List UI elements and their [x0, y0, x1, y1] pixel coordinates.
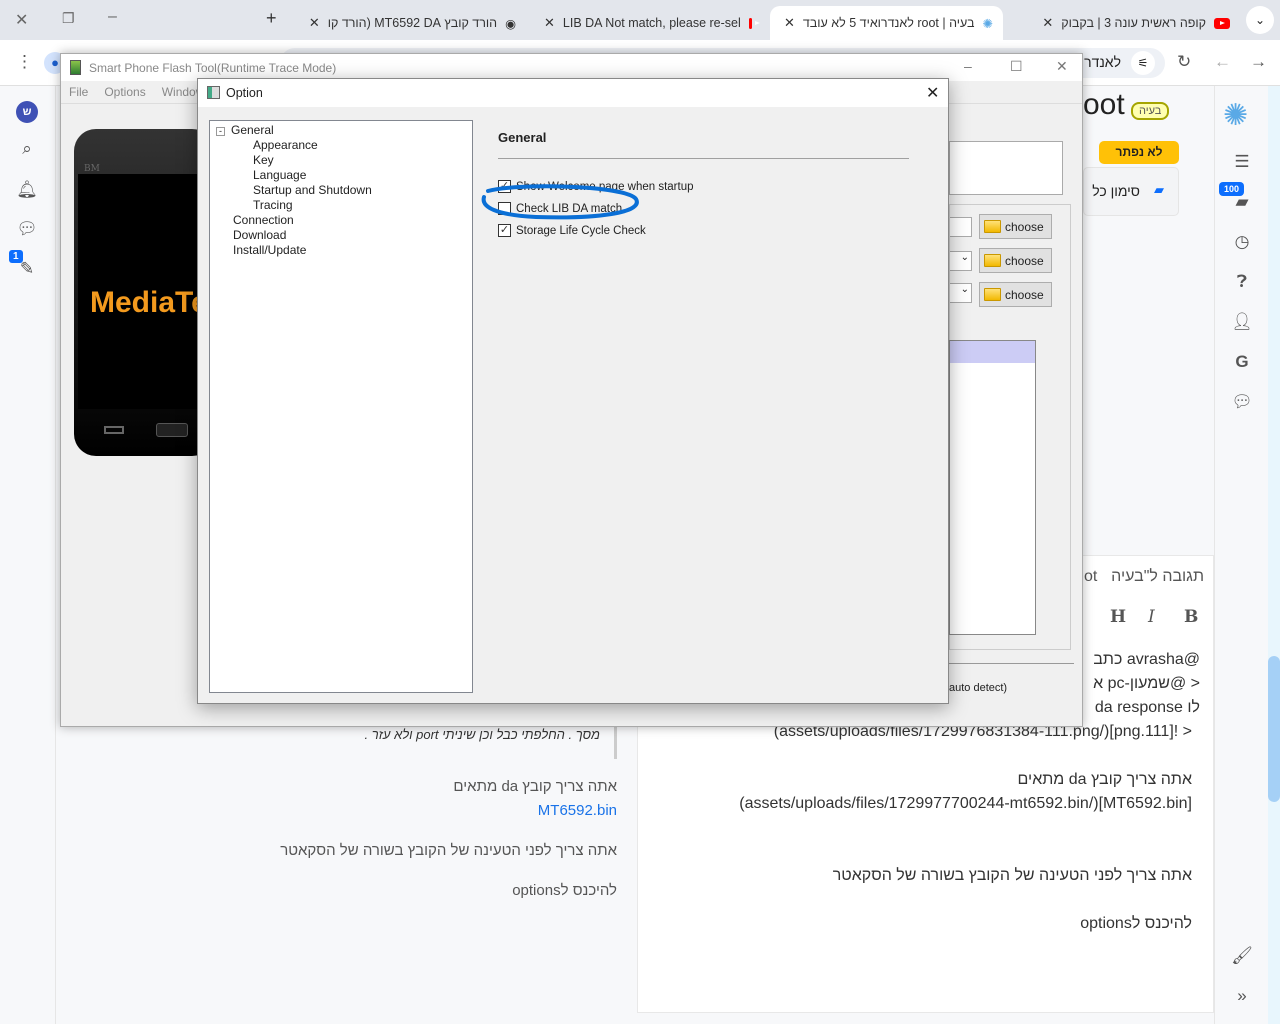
dialog-icon [207, 86, 220, 99]
reload-icon[interactable]: ↻ [1177, 52, 1191, 72]
reply-header: תגובה ל"בעיה [1111, 568, 1204, 585]
bell-icon[interactable]: 🔔︎ [16, 180, 38, 200]
mt6592-link[interactable]: MT6592.bin [538, 802, 617, 819]
annotation-ellipse [481, 184, 639, 220]
clock-icon[interactable]: ◷ [1231, 232, 1253, 252]
divider [498, 158, 909, 159]
close-tab-icon[interactable]: ✕ [309, 15, 320, 31]
section-title: General [498, 130, 547, 145]
menu-key-icon [104, 426, 124, 434]
mark-all-button[interactable]: סימון כל ▰ [1083, 167, 1179, 216]
brush-icon[interactable]: 🖌︎ [1231, 946, 1253, 966]
home-key-icon [156, 423, 188, 437]
tree-node-tracing[interactable]: Tracing [210, 198, 472, 213]
heading-button[interactable]: H [1110, 607, 1126, 627]
status-badge: בעיה [1131, 102, 1170, 120]
tree-node-download[interactable]: Download [210, 228, 472, 243]
flash-tool-titlebar: Smart Phone Flash Tool(Runtime Trace Mod… [61, 54, 1082, 81]
menu-file[interactable]: File [69, 85, 88, 99]
restore-window-icon[interactable]: ❐ [62, 10, 75, 27]
tree-node-connection[interactable]: Connection [210, 213, 472, 228]
reply-textarea-top[interactable]: @avrasha כתב < @שמעון-pc א לו da respons… [1085, 640, 1200, 720]
scrollbar-thumb[interactable] [1268, 656, 1280, 802]
tab-search-button[interactable]: ⌄ [1246, 6, 1274, 34]
post-quote: מסך . החלפתי כבל וכן שיניתי port ולא עזר… [364, 727, 600, 742]
tab-lib-da[interactable]: LIB DA Not match, please re-sel ✕ [534, 6, 762, 40]
tree-node-language[interactable]: Language [210, 168, 472, 183]
new-tab-button[interactable]: + [266, 8, 277, 29]
tab-strip: ✕ ❐ – + ◉ הורד קובץ MT6592 DA (הורד קו ✕ L… [0, 0, 1280, 40]
inbox-icon: ▰ [1154, 182, 1164, 197]
right-sidebar: ✺ ☰ ▰ 100 ◷ ❓︎ 👤︎ G 💬︎ 🖌︎ » [1214, 86, 1268, 1024]
minimize-window-icon[interactable]: – [108, 8, 117, 26]
tab-download-da[interactable]: ◉ הורד קובץ MT6592 DA (הורד קו ✕ [296, 6, 526, 40]
partition-list[interactable] [949, 340, 1036, 635]
option-dialog: Option ✕ - General Appearance Key Languag… [197, 78, 949, 704]
youtube-icon [748, 17, 761, 29]
maximize-button[interactable]: ☐ [1010, 58, 1023, 75]
google-icon[interactable]: G [1231, 352, 1253, 372]
options-tree: - General Appearance Key Language Startup… [209, 120, 473, 693]
tab-root-issue[interactable]: ✺ בעיה | root לאנדרואיד 5 לא עובד ✕ [770, 6, 1003, 40]
chat-icon[interactable]: 💬︎ [16, 219, 38, 239]
user-icon[interactable]: 👤︎ [1231, 312, 1253, 332]
globe-icon: ◉ [505, 16, 516, 31]
info-box [949, 141, 1063, 195]
close-button[interactable]: ✕ [926, 83, 939, 103]
close-tab-icon[interactable]: ✕ [544, 15, 555, 31]
collapse-icon[interactable]: - [216, 127, 225, 136]
tab-kupa[interactable]: קופה ראשית עונה 3 | בקבוק ✕ [1010, 6, 1240, 40]
option-titlebar: Option ✕ [198, 79, 948, 107]
scrollbar[interactable] [1268, 86, 1280, 1024]
minimize-button[interactable]: – [964, 58, 972, 74]
list-header [950, 341, 1035, 363]
italic-button[interactable]: I [1148, 607, 1155, 627]
bold-button[interactable]: B [1184, 607, 1198, 627]
close-tab-icon[interactable]: ✕ [1042, 15, 1053, 31]
tree-node-general[interactable]: - General [210, 123, 472, 138]
left-sidebar: ש ⌕ 🔔︎ 💬︎ ✎ 1 [0, 86, 56, 1024]
tree-node-key[interactable]: Key [210, 153, 472, 168]
back-icon[interactable]: → [1250, 52, 1267, 72]
close-button[interactable]: ✕ [1056, 58, 1068, 75]
status-bar: auto detect) [949, 663, 1074, 695]
tree-node-install[interactable]: Install/Update [210, 243, 472, 258]
app-icon [70, 60, 81, 75]
forward-icon[interactable]: ← [1214, 52, 1231, 72]
topic-title: oot [1083, 88, 1125, 121]
site-settings-icon[interactable]: ⚟ [1131, 51, 1155, 75]
tree-node-startup[interactable]: Startup and Shutdown [210, 183, 472, 198]
help-icon[interactable]: ❓︎ [1231, 272, 1253, 292]
close-window-icon[interactable]: ✕ [15, 10, 28, 30]
user-avatar[interactable]: ש [16, 101, 38, 123]
menu-options[interactable]: Options [104, 85, 145, 99]
expand-icon[interactable]: » [1231, 986, 1253, 1006]
search-icon[interactable]: ⌕ [16, 139, 38, 159]
hamburger-icon[interactable]: ☰ [1231, 152, 1253, 172]
site-icon: ✺ [982, 16, 993, 31]
menu-dots-icon[interactable]: ⋮ [16, 52, 33, 72]
phone-image: BM MediaTek [74, 129, 225, 456]
site-logo[interactable]: ✺ [1223, 98, 1248, 133]
unsolved-badge: לא נפתר [1099, 141, 1179, 164]
quote-bar [614, 727, 617, 759]
youtube-icon [1214, 17, 1230, 29]
compose-badge: 1 [9, 250, 23, 263]
reply-line: [MT6592.bin](/assets/uploads/files/17299… [739, 795, 1192, 812]
inbox-badge: 100 [1219, 182, 1245, 196]
close-tab-icon[interactable]: ✕ [784, 15, 795, 31]
chat-bubble-icon[interactable]: 💬︎ [1231, 392, 1253, 412]
tree-node-appearance[interactable]: Appearance [210, 138, 472, 153]
